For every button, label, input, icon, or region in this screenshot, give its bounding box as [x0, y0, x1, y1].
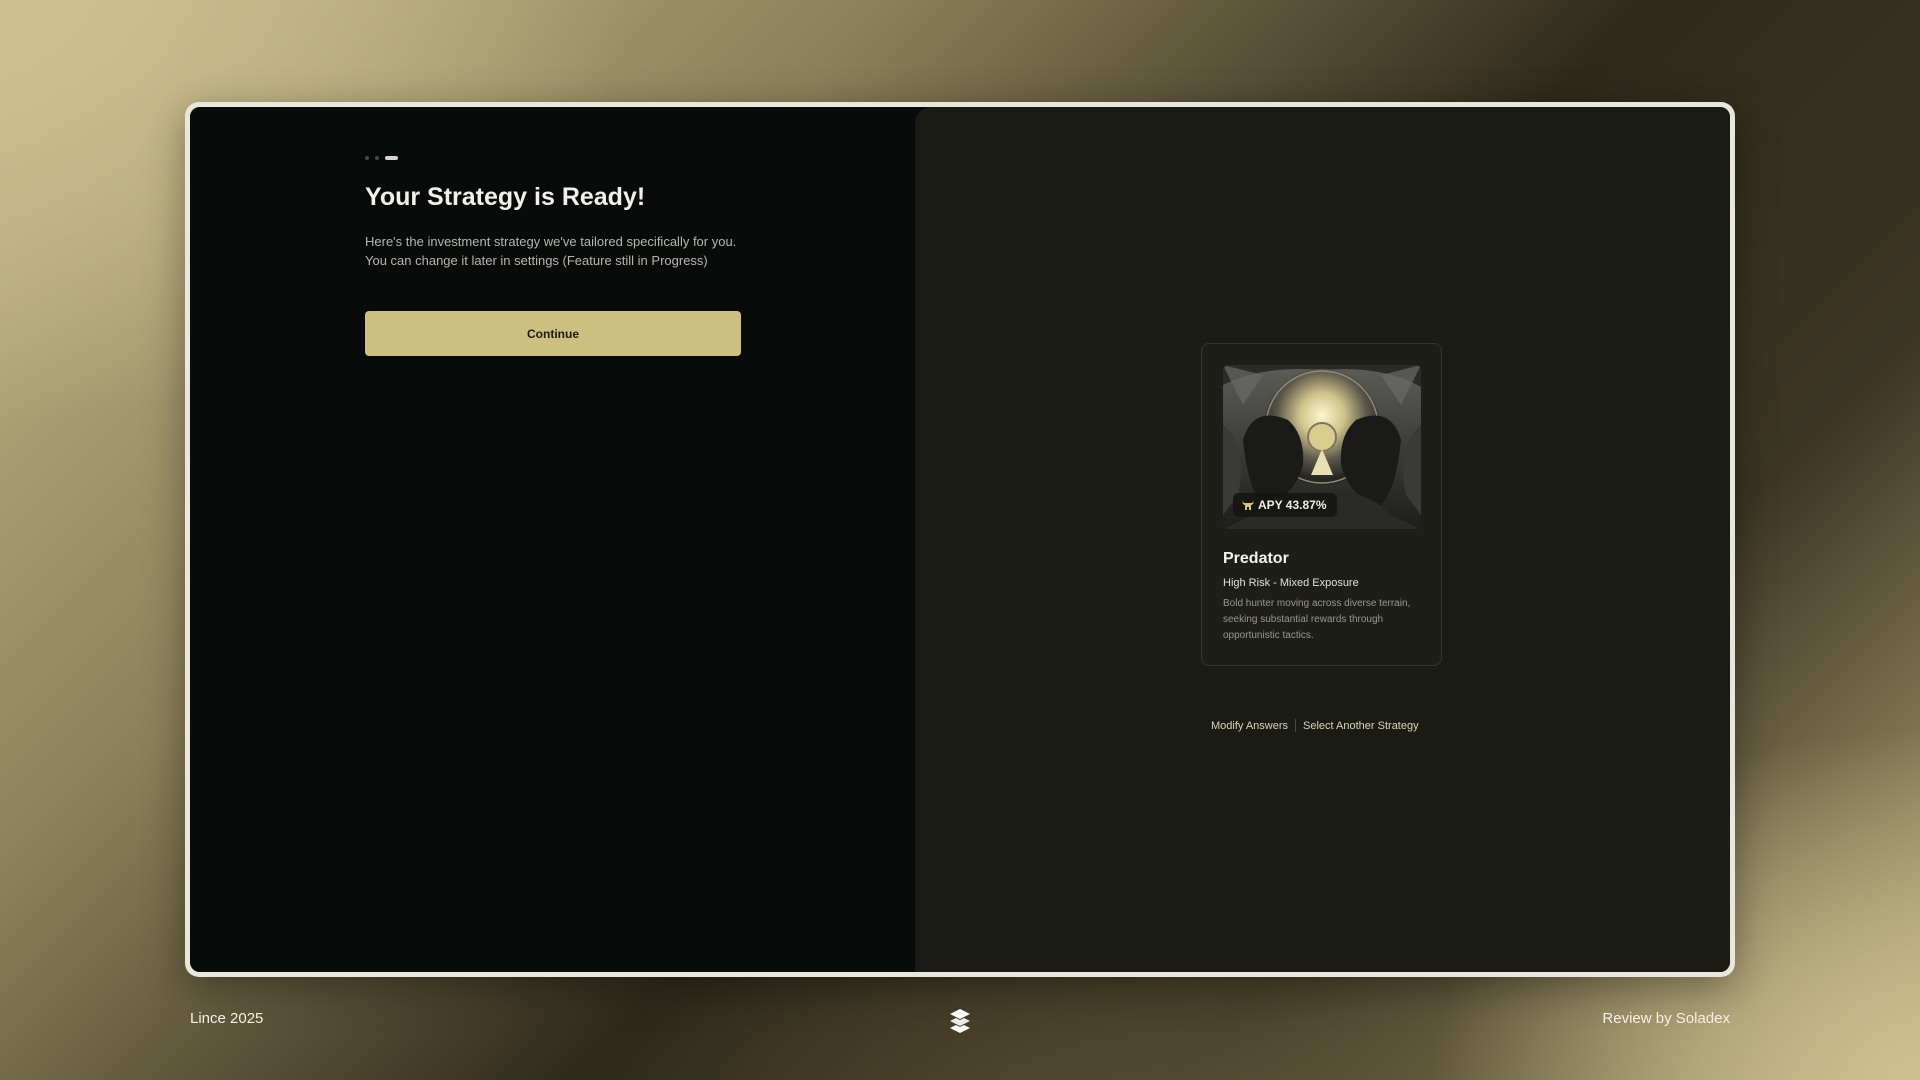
stacked-chevrons-logo-icon: [950, 1009, 970, 1033]
continue-button[interactable]: Continue: [365, 311, 741, 356]
footer-right-text: Review by Soladex: [1602, 1010, 1730, 1027]
step-dot-2: [375, 156, 379, 160]
modify-answers-link[interactable]: Modify Answers: [1211, 720, 1288, 732]
bull-icon: [1242, 500, 1254, 510]
strategy-risk: High Risk - Mixed Exposure: [1223, 577, 1359, 589]
strategy-name: Predator: [1223, 550, 1289, 567]
step-dot-3-active: [385, 156, 398, 160]
strategy-card[interactable]: APY 43.87% Predator High Risk - Mixed Ex…: [1201, 343, 1442, 666]
app-screen: Your Strategy is Ready! Here's the inves…: [190, 107, 1730, 972]
app-window: Your Strategy is Ready! Here's the inves…: [185, 102, 1735, 977]
step-dot-1: [365, 156, 369, 160]
page-description: Here's the investment strategy we've tai…: [365, 234, 737, 268]
step-indicator: [365, 156, 398, 160]
strategy-image: APY 43.87%: [1223, 365, 1421, 529]
strategy-panel: APY 43.87% Predator High Risk - Mixed Ex…: [915, 107, 1730, 972]
page-title: Your Strategy is Ready!: [365, 183, 646, 211]
onboarding-panel: Your Strategy is Ready! Here's the inves…: [190, 107, 915, 972]
apy-badge: APY 43.87%: [1233, 493, 1337, 517]
divider: [1295, 719, 1297, 732]
footer-left-text: Lince 2025: [190, 1010, 264, 1027]
strategy-description: Bold hunter moving across diverse terrai…: [1223, 598, 1411, 641]
select-another-strategy-link[interactable]: Select Another Strategy: [1303, 720, 1419, 732]
strategy-actions-row: Modify Answers Select Another Strategy: [1211, 719, 1419, 732]
apy-value: APY 43.87%: [1258, 498, 1327, 512]
